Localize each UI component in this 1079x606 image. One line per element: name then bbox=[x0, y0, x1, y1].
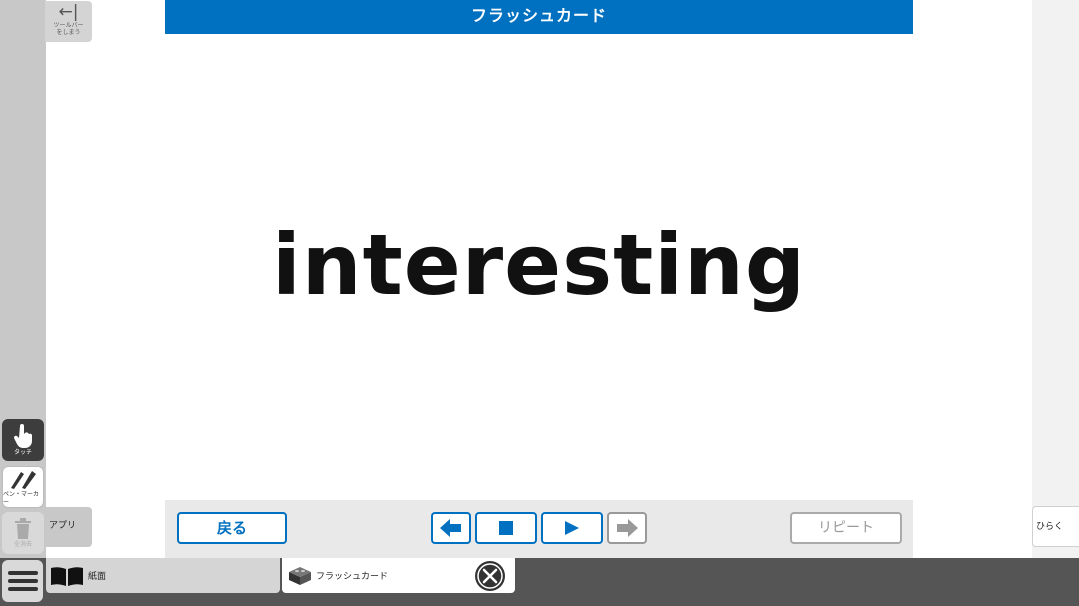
trash-icon bbox=[15, 517, 31, 539]
touch-tool-label: タッチ bbox=[13, 448, 32, 456]
next-card-button[interactable] bbox=[607, 512, 647, 544]
previous-card-button[interactable] bbox=[431, 512, 471, 544]
play-icon bbox=[565, 521, 579, 535]
stop-button[interactable] bbox=[475, 512, 537, 544]
hamburger-menu-icon bbox=[7, 571, 38, 591]
back-button[interactable]: 戻る bbox=[177, 512, 287, 544]
apps-tab[interactable]: アプリ bbox=[45, 507, 92, 547]
right-panel-strip bbox=[1032, 0, 1079, 558]
hide-toolbar-label: ツールバー をしまう bbox=[53, 22, 84, 36]
block-icon bbox=[289, 566, 311, 585]
card-word: interesting bbox=[272, 216, 806, 314]
task-tab-flashcard[interactable]: フラッシュカード bbox=[282, 558, 515, 593]
hand-pointer-icon bbox=[13, 423, 32, 448]
arrow-right-icon bbox=[617, 519, 638, 537]
pen-marker-icon bbox=[11, 470, 36, 489]
play-button[interactable] bbox=[541, 512, 603, 544]
app-title: フラッシュカード bbox=[165, 0, 913, 34]
clear-all-button[interactable]: 全消去 bbox=[2, 512, 44, 554]
repeat-button[interactable]: リピート bbox=[790, 512, 902, 544]
stop-icon bbox=[499, 521, 513, 535]
taskbar: 紙面 フラッシュカード bbox=[0, 558, 1079, 606]
pen-marker-tool-label: ペン・マーカー bbox=[3, 490, 40, 506]
task-tab-paper[interactable]: 紙面 bbox=[46, 558, 280, 593]
arrow-left-icon bbox=[440, 519, 461, 537]
close-icon bbox=[477, 563, 503, 589]
collapse-arrow-icon: ←| bbox=[58, 2, 79, 22]
task-tab-label: フラッシュカード bbox=[316, 572, 389, 582]
flash-card: interesting bbox=[165, 34, 913, 500]
close-tab-button[interactable] bbox=[475, 561, 505, 591]
hide-toolbar-button[interactable]: ←| ツールバー をしまう bbox=[45, 1, 92, 42]
pen-marker-tool-button[interactable]: ペン・マーカー bbox=[2, 466, 44, 508]
touch-tool-button[interactable]: タッチ bbox=[2, 419, 44, 461]
open-panel-tab[interactable]: ひらく bbox=[1032, 506, 1079, 547]
task-tab-label: 紙面 bbox=[88, 572, 107, 582]
book-icon bbox=[51, 566, 83, 586]
clear-all-label: 全消去 bbox=[13, 540, 32, 548]
control-bar: 戻る リピート bbox=[165, 500, 913, 558]
main-menu-button[interactable] bbox=[2, 560, 43, 602]
